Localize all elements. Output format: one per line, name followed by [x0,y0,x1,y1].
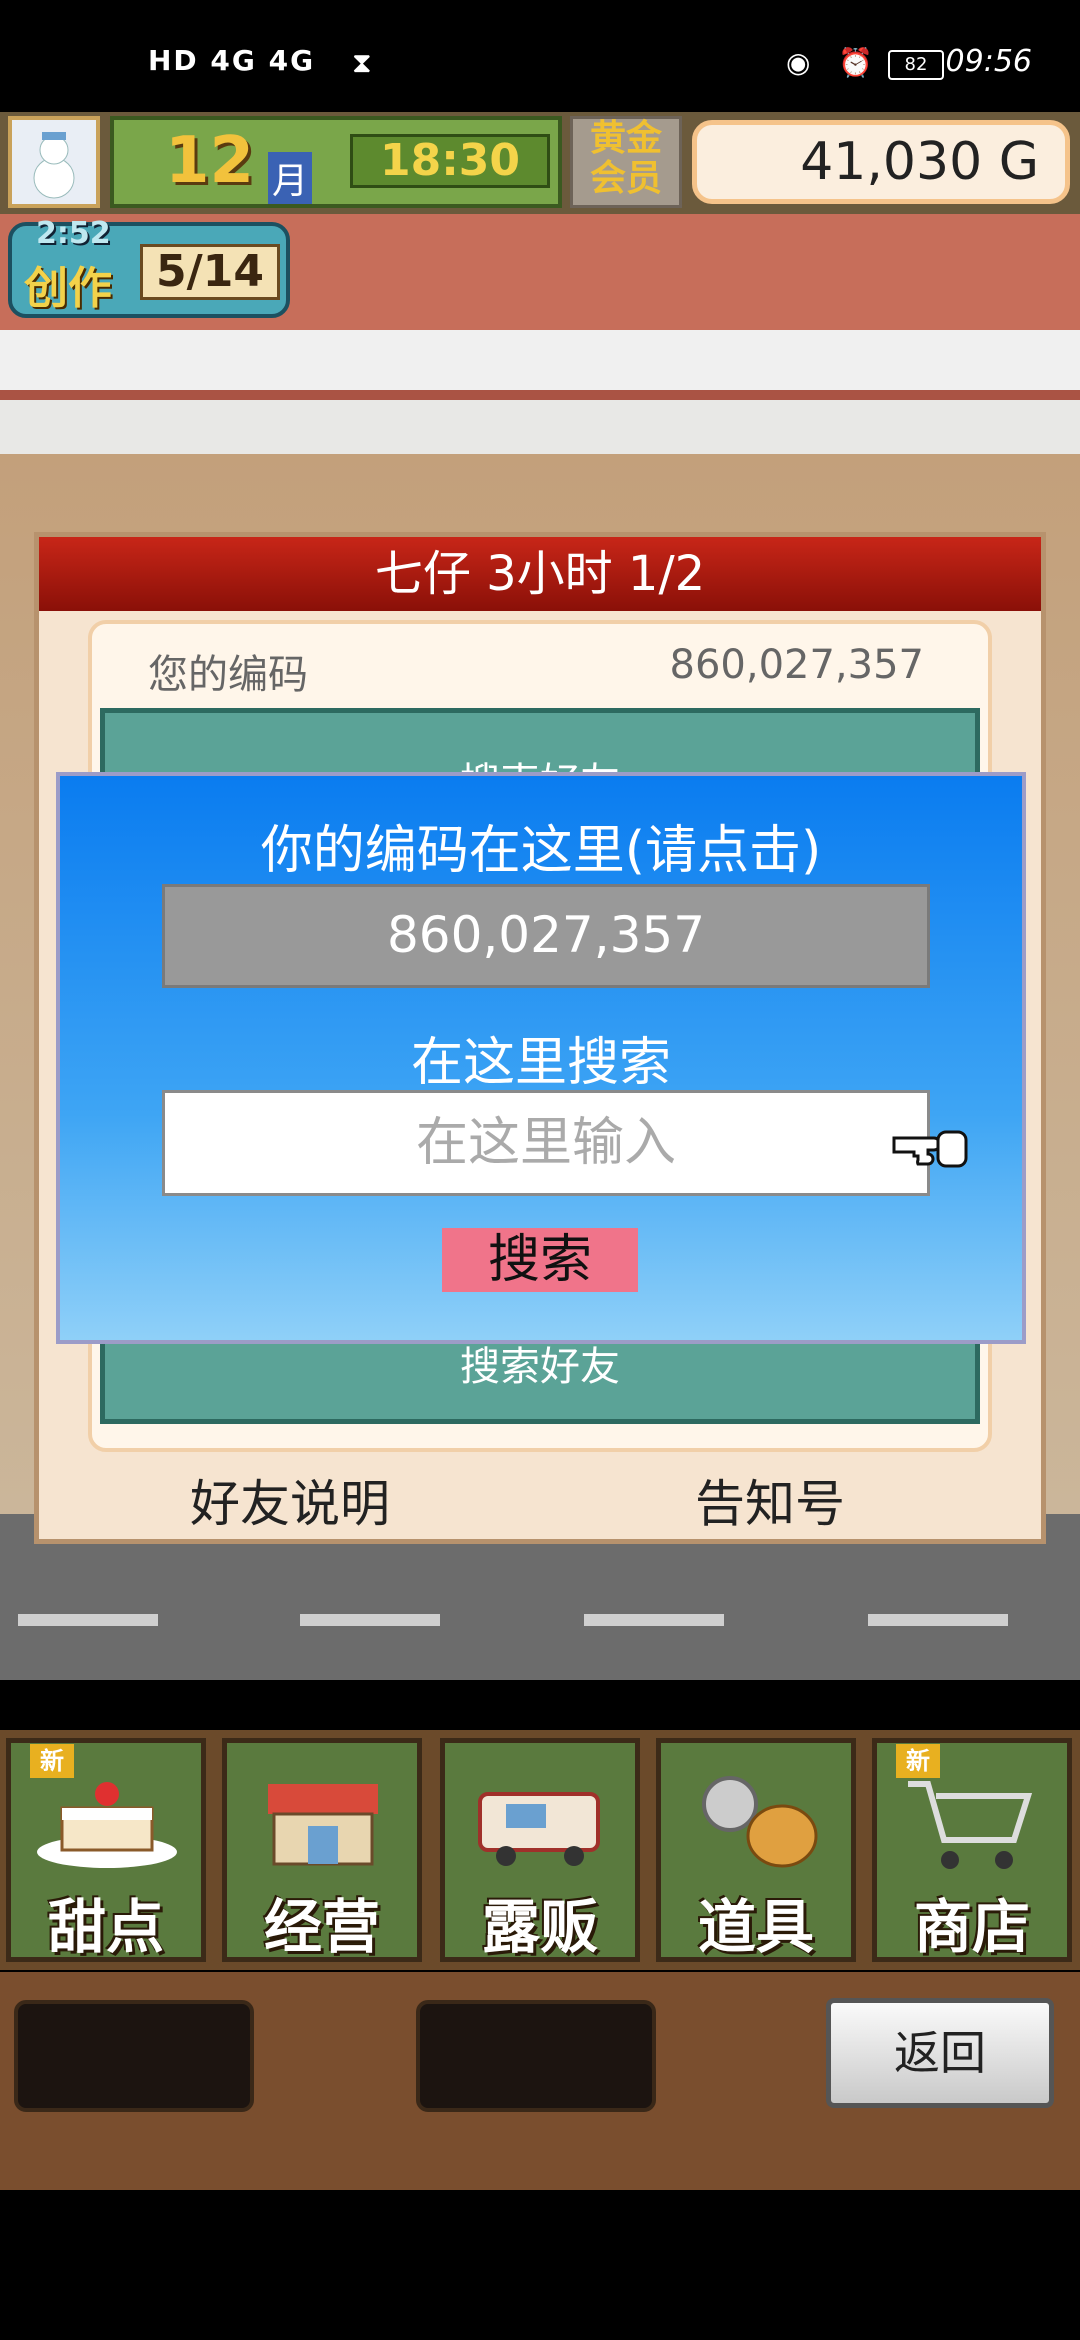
empty-slot [14,2000,254,2112]
hourglass-icon: ⧗ [352,46,372,79]
network-indicators: HD 4G 4G [148,44,316,77]
status-time: 09:56 [945,44,1032,79]
your-code-field[interactable]: 860,027,357 [162,884,930,988]
cake-icon [32,1764,182,1874]
gold-member-badge[interactable]: 黄金会员 [570,116,682,208]
eye-icon: ◉ [786,46,811,79]
road-marking [584,1614,724,1626]
craft-label: 创作 [24,263,112,314]
search-title: 在这里搜索 [410,1033,671,1093]
battery-indicator: 82 [888,50,944,80]
friend-info-button[interactable]: 好友说明 [140,1464,440,1536]
modal-title: 你的编码在这里(请点击) [260,821,822,881]
your-code-label: 您的编码 [148,652,308,698]
road-marking [18,1614,158,1626]
road-marking [868,1614,1008,1626]
shop-building-icon [248,1764,398,1874]
snowman-avatar[interactable] [8,116,100,208]
month-label: 月 [268,152,313,204]
search-button[interactable]: 搜索 [442,1228,638,1292]
money-display: 41,030 G [692,120,1070,204]
cart-icon [898,1764,1048,1874]
your-code-value: 860,027,357 [669,642,924,688]
notice-button[interactable]: 告知号 [620,1464,920,1536]
empty-slot [416,2000,656,2112]
game-clock: 18:30 [350,134,550,188]
status-bar: HD 4G 4G ⧗ ◉ ⏰ 82 09:56 [0,0,1080,112]
craft-count: 5/14 [140,244,280,300]
dialog-title: 七仔 3小时 1/2 [39,537,1041,611]
menu-manage-label: 经营 [263,1893,380,1961]
items-bag-icon [682,1764,832,1874]
menu-store-label: 商店 [913,1893,1030,1961]
craft-timer: 2:52 [36,216,111,251]
road-marking [300,1614,440,1626]
menu-stall-label: 露贩 [481,1893,598,1961]
snowy-roof [0,330,1080,400]
search-input[interactable] [162,1090,930,1196]
menu-items-label: 道具 [697,1893,814,1961]
pointing-hand-icon [890,1112,970,1174]
back-button[interactable]: 返回 [826,1998,1054,2108]
month-number: 12 [165,124,255,198]
food-truck-icon [466,1764,616,1874]
alarm-icon: ⏰ [838,46,873,79]
menu-dessert-label: 甜点 [47,1893,164,1961]
